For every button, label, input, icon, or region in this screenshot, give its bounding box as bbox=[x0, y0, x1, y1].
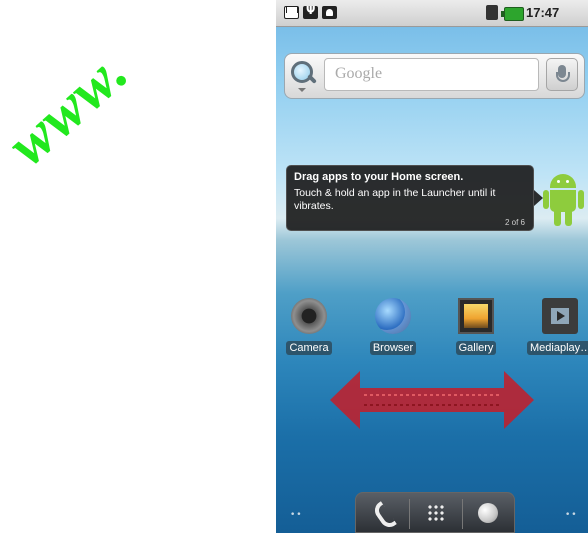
search-dropdown-icon[interactable] bbox=[298, 88, 306, 92]
tip-title: Drag apps to your Home screen. bbox=[294, 171, 464, 183]
app-grid-icon bbox=[427, 504, 445, 522]
phone-icon bbox=[371, 501, 397, 531]
home-tip-bubble[interactable]: Drag apps to your Home screen. Touch & h… bbox=[286, 165, 534, 231]
browser-dock-button[interactable] bbox=[472, 499, 504, 529]
app-camera[interactable]: Camera bbox=[276, 298, 342, 360]
tip-body: Touch & hold an app in the Launcher unti… bbox=[294, 187, 496, 212]
app-mediaplayer[interactable]: Mediaplay… bbox=[527, 298, 588, 360]
dock-bar bbox=[355, 492, 515, 533]
app-label: Browser bbox=[369, 341, 417, 355]
battery-icon bbox=[501, 7, 524, 21]
app-browser[interactable]: Browser bbox=[360, 298, 426, 360]
android-robot-icon[interactable] bbox=[543, 174, 584, 228]
android-home-screen: 17:47 Google Drag apps to your Home scre… bbox=[276, 0, 588, 533]
search-input[interactable]: Google bbox=[324, 58, 539, 91]
debug-icon bbox=[322, 6, 337, 19]
watermark: www. bbox=[4, 0, 274, 228]
gmail-notification-icon bbox=[284, 6, 299, 19]
film-icon bbox=[542, 298, 578, 334]
wifi-icon bbox=[486, 5, 498, 20]
status-clock: 17:47 bbox=[526, 5, 560, 20]
camera-icon bbox=[291, 298, 327, 334]
tip-pointer bbox=[534, 190, 543, 206]
usb-icon bbox=[303, 4, 318, 19]
search-icon[interactable] bbox=[290, 60, 317, 86]
swipe-double-arrow-icon bbox=[330, 371, 534, 429]
page-indicator-right[interactable]: •• bbox=[565, 510, 578, 520]
page-indicator-left[interactable]: •• bbox=[290, 510, 303, 520]
phone-button[interactable] bbox=[370, 499, 402, 531]
app-label: Camera bbox=[286, 341, 332, 355]
app-label: Mediaplay… bbox=[527, 341, 588, 355]
app-gallery[interactable]: Gallery bbox=[443, 298, 509, 360]
globe-icon bbox=[375, 298, 411, 334]
browser-globe-icon bbox=[478, 503, 498, 523]
app-drawer-button[interactable] bbox=[420, 499, 452, 529]
gallery-icon bbox=[458, 298, 494, 334]
status-bar[interactable]: 17:47 bbox=[276, 0, 588, 27]
voice-search-microphone-icon[interactable] bbox=[546, 58, 578, 91]
tip-counter: 2 of 6 bbox=[504, 218, 525, 227]
app-label: Gallery bbox=[455, 341, 497, 355]
watermark-text: www. bbox=[4, 37, 141, 178]
